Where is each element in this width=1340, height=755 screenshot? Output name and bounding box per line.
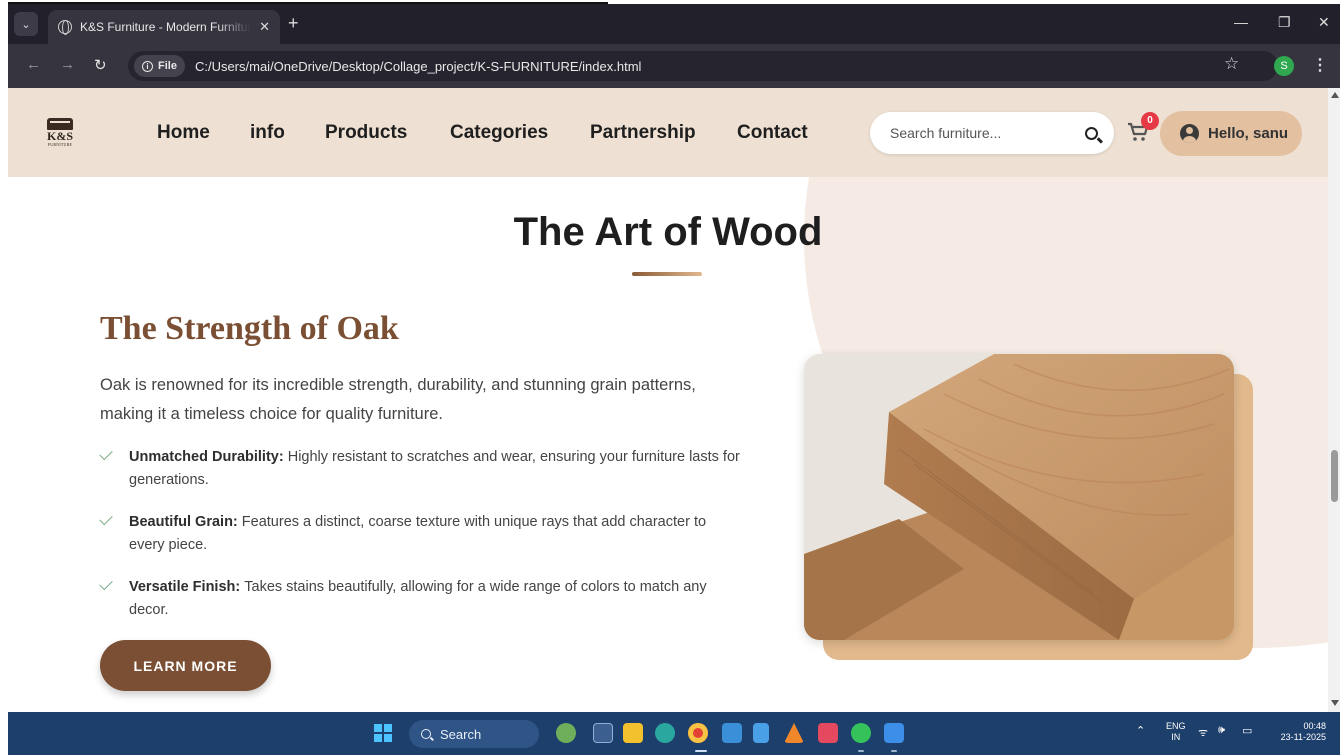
nav-partnership[interactable]: Partnership	[590, 122, 696, 144]
site-info-chip[interactable]: i File	[134, 55, 185, 77]
scroll-up-arrow-icon[interactable]	[1331, 92, 1339, 98]
screen: ⌄ K&S Furniture - Modern Furniture ✕ + —…	[8, 0, 1340, 755]
nav-products[interactable]: Products	[325, 122, 407, 144]
region-code: IN	[1171, 732, 1181, 742]
language-code: ENG	[1166, 721, 1186, 731]
windows-taskbar: Search ⌃ ENG IN ᯤ 🕪 ▭ 00:48 23-11-2025	[8, 712, 1340, 755]
browser-tab-strip: ⌄ K&S Furniture - Modern Furniture ✕ + —…	[8, 4, 1340, 44]
active-app-indicator	[695, 750, 707, 752]
file-explorer-icon[interactable]	[623, 723, 643, 743]
restore-icon[interactable]: ❐	[1278, 14, 1291, 31]
feature-list: Unmatched Durability: Highly resistant t…	[99, 446, 740, 641]
nav-contact[interactable]: Contact	[737, 122, 808, 144]
whatsapp-icon[interactable]	[851, 723, 871, 743]
site-logo[interactable]: K&S FURNITURE	[38, 118, 82, 150]
new-tab-plus-icon[interactable]: +	[288, 13, 299, 34]
search-icon[interactable]	[1085, 126, 1098, 140]
taskbar-search-label: Search	[440, 726, 482, 742]
logo-brand: K&S	[46, 129, 73, 143]
language-indicator[interactable]: ENG IN	[1166, 721, 1186, 743]
wood-title: The Strength of Oak	[100, 310, 399, 347]
nav-categories[interactable]: Categories	[450, 122, 548, 144]
taskbar-search[interactable]: Search	[409, 720, 539, 748]
scroll-down-arrow-icon[interactable]	[1331, 700, 1339, 706]
sofa-icon	[47, 118, 73, 130]
tab-search-chevron-icon[interactable]: ⌄	[14, 12, 38, 36]
bookmark-star-icon[interactable]: ☆	[1224, 54, 1239, 74]
search-bar	[870, 112, 1114, 154]
clock-date: 23-11-2025	[1280, 732, 1326, 742]
globe-icon	[58, 20, 72, 35]
page-viewport: K&S FURNITURE Home info Products Categor…	[8, 88, 1328, 712]
section-title: The Art of Wood	[513, 210, 823, 254]
list-item: Versatile Finish: Takes stains beautiful…	[99, 576, 740, 622]
info-icon: i	[142, 60, 153, 72]
close-window-icon[interactable]: ✕	[1318, 14, 1330, 31]
chrome-icon[interactable]	[688, 723, 708, 743]
windows-start-icon[interactable]	[374, 724, 392, 742]
notepad-icon[interactable]	[753, 723, 769, 743]
reload-icon[interactable]: ↻	[94, 56, 107, 74]
feature-label: Unmatched Durability:	[129, 449, 288, 465]
list-item: Unmatched Durability: Highly resistant t…	[99, 446, 740, 492]
menu-kebab-icon[interactable]: ⋮	[1312, 55, 1328, 75]
search-icon	[421, 729, 431, 739]
user-menu-button[interactable]: Hello, sanu	[1160, 111, 1302, 156]
tab-title: K&S Furniture - Modern Furniture	[80, 20, 252, 34]
app-icon[interactable]	[818, 723, 838, 743]
open-app-indicator	[858, 750, 864, 752]
tray-overflow-chevron-icon[interactable]: ⌃	[1136, 724, 1145, 737]
minimize-icon[interactable]: —	[1234, 14, 1248, 30]
site-header: K&S FURNITURE Home info Products Categor…	[8, 88, 1328, 177]
logo-subtitle: FURNITURE	[47, 142, 73, 147]
scroll-thumb[interactable]	[1331, 450, 1338, 502]
volume-icon[interactable]: 🕪	[1218, 724, 1225, 737]
browser-tab[interactable]: K&S Furniture - Modern Furniture ✕	[48, 10, 280, 44]
clock-time: 00:48	[1303, 721, 1326, 731]
vscode-icon[interactable]	[722, 723, 742, 743]
open-app-indicator	[891, 750, 897, 752]
edge-icon[interactable]	[655, 723, 675, 743]
battery-icon[interactable]: ▭	[1242, 724, 1252, 737]
oak-wood-image	[804, 354, 1234, 640]
oak-planks-illustration	[804, 354, 1234, 640]
wifi-icon[interactable]: ᯤ	[1198, 725, 1208, 740]
user-circle-icon	[1180, 124, 1199, 143]
widgets-icon[interactable]	[556, 723, 576, 743]
wood-description: Oak is renowned for its incredible stren…	[100, 376, 696, 423]
forward-arrow-icon[interactable]: →	[60, 56, 75, 73]
app-icon[interactable]	[884, 723, 904, 743]
list-item: Beautiful Grain: Features a distinct, co…	[99, 511, 740, 557]
checkmark-icon	[99, 576, 113, 591]
close-tab-icon[interactable]: ✕	[259, 19, 270, 35]
clock[interactable]: 00:48 23-11-2025	[1266, 721, 1326, 743]
user-greeting: Hello, sanu	[1208, 125, 1289, 142]
file-chip-label: File	[158, 60, 177, 72]
title-underline	[632, 272, 702, 276]
address-bar[interactable]: i File C:/Users/mai/OneDrive/Desktop/Col…	[128, 51, 1278, 81]
feature-label: Versatile Finish:	[129, 579, 245, 595]
browser-toolbar: ← → ↻ i File C:/Users/mai/OneDrive/Deskt…	[8, 44, 1340, 88]
learn-more-button[interactable]: LEARN MORE	[100, 640, 271, 691]
checkmark-icon	[99, 511, 113, 526]
page-scrollbar[interactable]	[1328, 88, 1340, 712]
checkmark-icon	[99, 446, 113, 461]
nav-info[interactable]: info	[250, 122, 285, 144]
cart-count-badge: 0	[1141, 112, 1159, 130]
feature-label: Beautiful Grain:	[129, 514, 242, 530]
vlc-icon[interactable]	[784, 723, 804, 743]
url-text: C:/Users/mai/OneDrive/Desktop/Collage_pr…	[194, 58, 642, 74]
task-view-icon[interactable]	[593, 723, 613, 743]
profile-avatar[interactable]: S	[1274, 56, 1294, 76]
search-input[interactable]	[890, 125, 1085, 141]
nav-home[interactable]: Home	[157, 122, 210, 144]
back-arrow-icon[interactable]: ←	[26, 56, 41, 73]
